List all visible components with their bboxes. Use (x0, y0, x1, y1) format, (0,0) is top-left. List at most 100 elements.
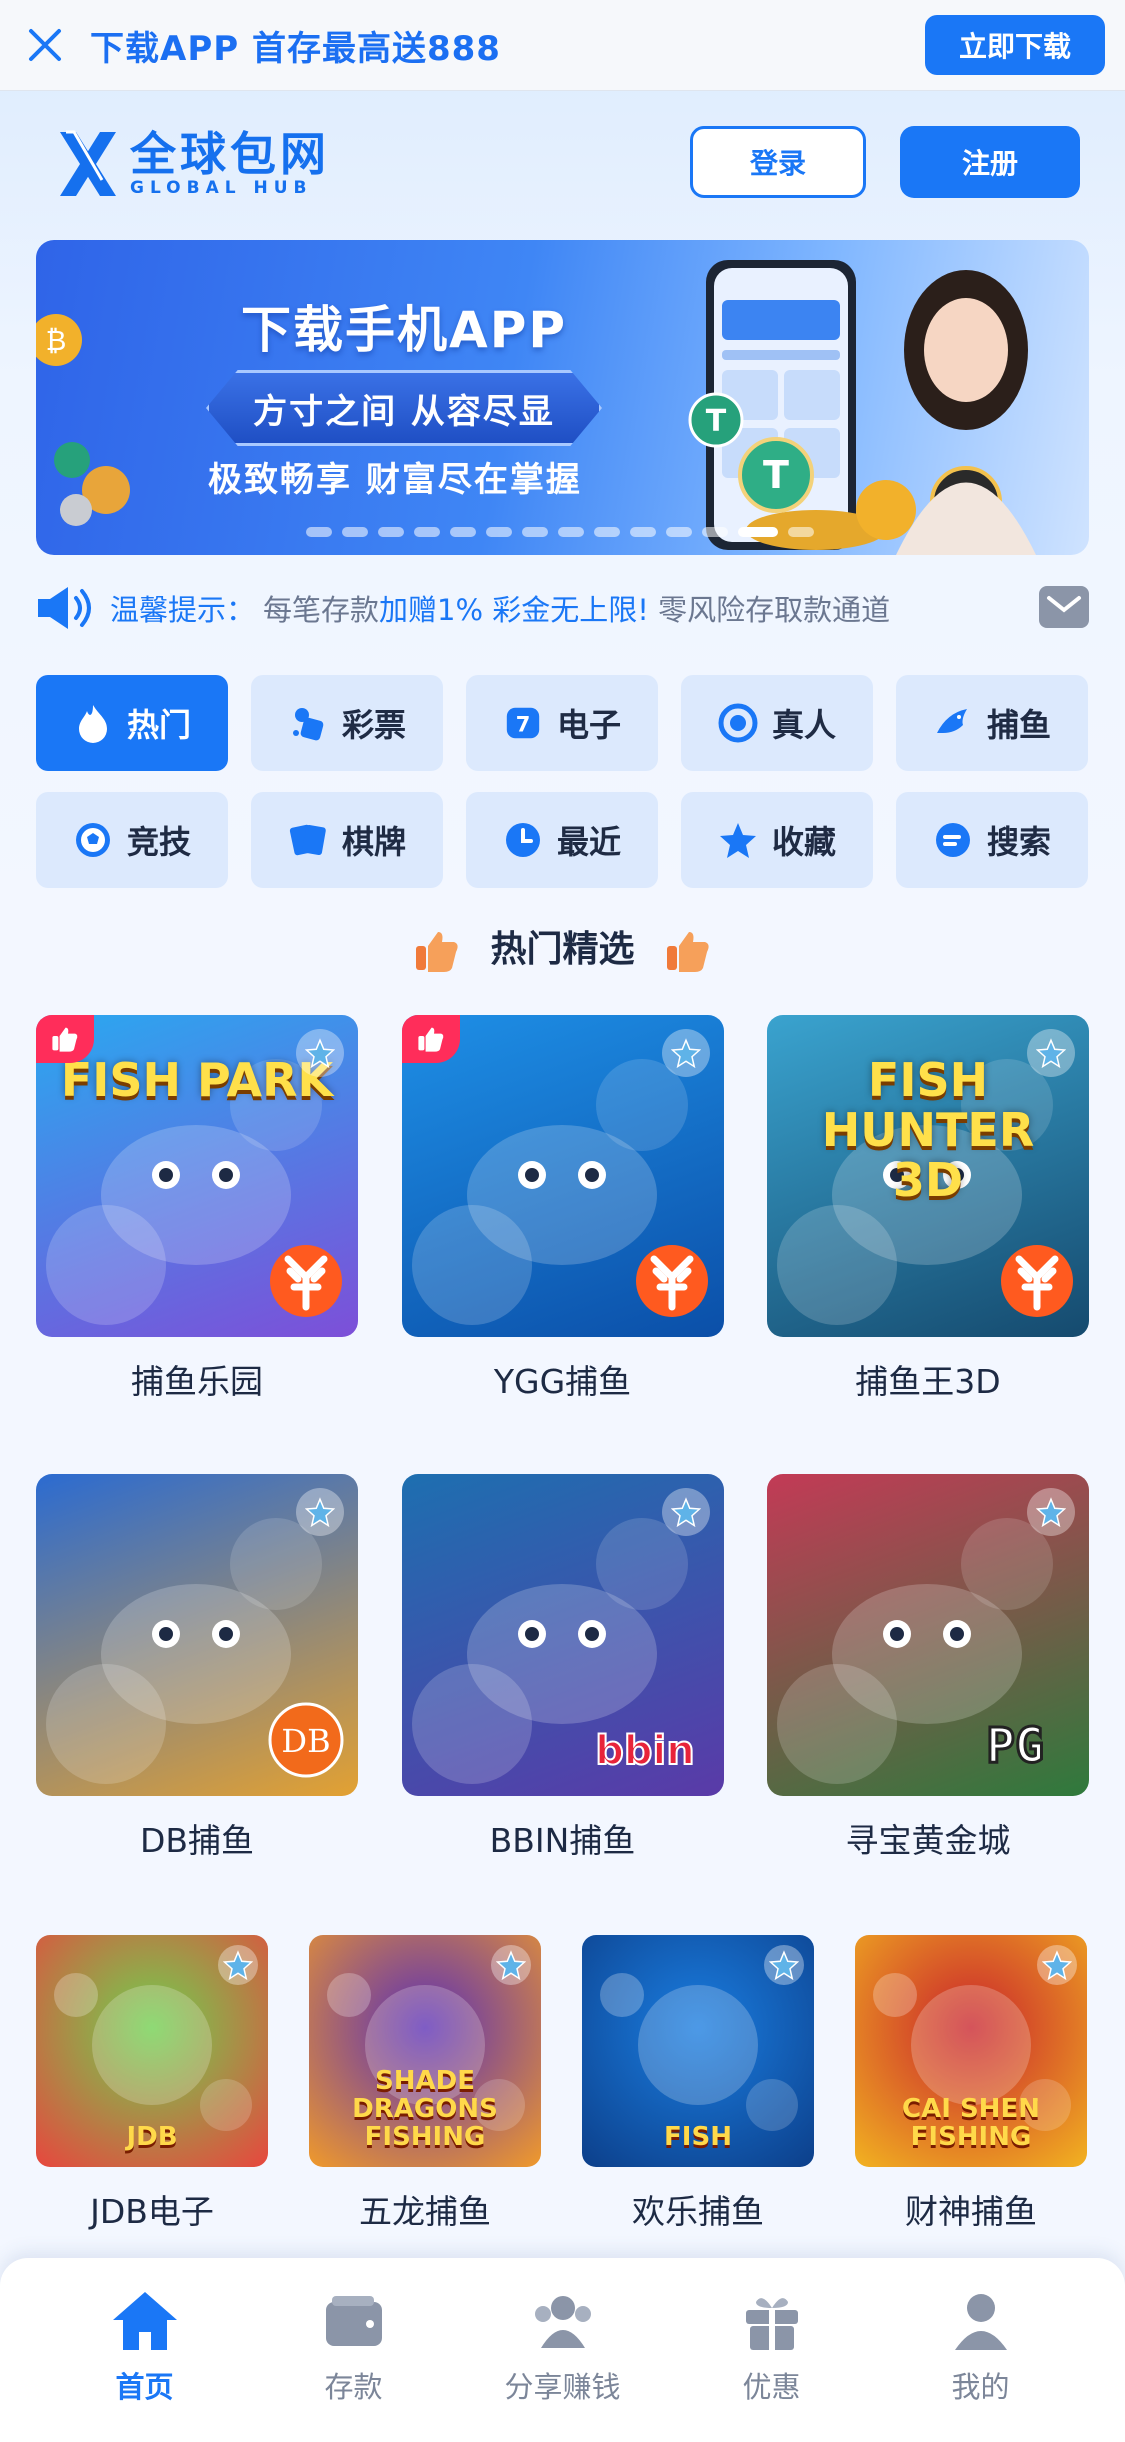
tab-profile[interactable]: 我的 (891, 2258, 1071, 2442)
provider-logo-icon: DB (268, 1702, 344, 1782)
search-icon (933, 820, 973, 860)
favorite-star-icon[interactable] (218, 1945, 258, 1985)
provider-logo-icon (268, 1243, 344, 1323)
favorite-star-icon[interactable] (1027, 1029, 1075, 1077)
notice-bar[interactable]: 温馨提示： 每笔存款加赠1% 彩金无上限! 零风险存取款通道 (36, 578, 1089, 638)
tab-label: 我的 (951, 2370, 1010, 2404)
category-cards[interactable]: 棋牌 (251, 792, 443, 888)
category-slots[interactable]: 7 电子 (466, 675, 658, 771)
category-label: 最近 (556, 823, 621, 861)
game-thumbnail[interactable]: DB (36, 1474, 358, 1796)
register-button[interactable]: 注册 (900, 126, 1080, 198)
banner-dot[interactable] (630, 527, 656, 537)
svg-text:bbin: bbin (595, 1728, 694, 1774)
category-label: 真人 (771, 706, 836, 744)
favorite-star-icon[interactable] (1037, 1945, 1077, 1985)
game-thumbnail[interactable]: FISH HUNTER 3D (767, 1015, 1089, 1337)
bottom-tab-bar: 首页 存款 分享赚钱 优惠 我的 (0, 2258, 1125, 2442)
category-recent[interactable]: 最近 (466, 792, 658, 888)
category-label: 棋牌 (341, 823, 406, 861)
game-card[interactable]: FISH HUNTER 3D 捕鱼王3D (767, 1015, 1089, 1424)
game-card[interactable]: PG 寻宝黄金城 (767, 1474, 1089, 1883)
game-thumbnail[interactable]: FISH (582, 1935, 814, 2167)
game-card[interactable]: FISH 欢乐捕鱼 (582, 1935, 814, 2233)
category-sports[interactable]: 竞技 (36, 792, 228, 888)
game-art-title: FISH HUNTER 3D (821, 1053, 1035, 1207)
star-icon (718, 820, 758, 860)
tab-deposit[interactable]: 存款 (264, 2258, 444, 2442)
category-favorites[interactable]: 收藏 (681, 792, 873, 888)
game-thumbnail[interactable]: SHADE DRAGONS FISHING (309, 1935, 541, 2167)
game-card[interactable]: FISH PARK 捕鱼乐园 (36, 1015, 358, 1424)
promo-banner[interactable]: ₿ T T 下载手机APP 方寸之间 从容尽显 极致畅享 财富尽在掌握 (36, 240, 1089, 555)
app-download-bar: 下载APP 首存最高送888 立即下载 (0, 0, 1125, 91)
game-thumbnail[interactable]: FISH PARK (36, 1015, 358, 1337)
logo-x-icon (60, 130, 116, 196)
logo[interactable]: 全球包网 GLOBAL HUB (56, 128, 330, 200)
banner-dot[interactable] (522, 527, 548, 537)
notice-message: 每笔存款加赠1% 彩金无上限! 零风险存取款通道 (263, 593, 891, 627)
banner-dot[interactable] (702, 527, 728, 537)
banner-dot[interactable] (450, 527, 476, 537)
close-icon[interactable] (0, 0, 90, 90)
svg-text:₿: ₿ (46, 324, 67, 357)
game-art-title: FISH (664, 2122, 732, 2152)
game-thumbnail[interactable] (401, 1015, 724, 1337)
game-thumbnail[interactable]: PG (767, 1474, 1089, 1796)
banner-pagination[interactable] (306, 527, 814, 537)
logo-name: 全球包网 (130, 127, 330, 181)
section-title-text: 热门精选 (490, 929, 635, 970)
favorite-star-icon[interactable] (296, 1029, 344, 1077)
category-hot[interactable]: 热门 (36, 675, 228, 771)
category-lottery[interactable]: 彩票 (251, 675, 443, 771)
favorite-star-icon[interactable] (661, 1029, 710, 1077)
game-card[interactable]: YGG捕鱼 (401, 1015, 724, 1424)
profile-icon (954, 2294, 1007, 2350)
game-thumbnail[interactable]: bbin (401, 1474, 724, 1796)
banner-dot[interactable] (378, 527, 404, 537)
category-label: 电子 (556, 706, 621, 744)
banner-dot[interactable] (486, 527, 512, 537)
category-label: 彩票 (341, 706, 406, 744)
banner-dot[interactable] (558, 527, 584, 537)
mail-icon[interactable] (1039, 586, 1089, 628)
cards-icon (288, 820, 328, 860)
banner-dot[interactable] (306, 527, 332, 537)
share-users-icon (534, 2296, 591, 2348)
game-card[interactable]: SHADE DRAGONS FISHING 五龙捕鱼 (309, 1935, 541, 2233)
speaker-icon (38, 587, 91, 629)
favorite-star-icon[interactable] (296, 1488, 344, 1536)
banner-slogan: 方寸之间 从容尽显 (206, 370, 602, 446)
notice-label: 温馨提示： (110, 593, 256, 627)
game-card[interactable]: CAI SHEN FISHING 财神捕鱼 (855, 1935, 1087, 2233)
favorite-star-icon[interactable] (1027, 1488, 1075, 1536)
tab-home[interactable]: 首页 (55, 2258, 235, 2442)
hot-badge-icon (36, 1015, 94, 1063)
favorite-star-icon[interactable] (491, 1945, 531, 1985)
svg-text:7: 7 (516, 713, 531, 737)
game-card[interactable]: bbin BBIN捕鱼 (401, 1474, 724, 1883)
banner-subtitle: 极致畅享 财富尽在掌握 (208, 460, 582, 500)
banner-dot[interactable] (342, 527, 368, 537)
tab-share[interactable]: 分享赚钱 (473, 2258, 653, 2442)
category-fishing[interactable]: 捕鱼 (896, 675, 1088, 771)
login-button[interactable]: 登录 (690, 126, 866, 198)
tab-promotions[interactable]: 优惠 (682, 2258, 862, 2442)
category-grid: 热门 彩票 7 电子 真人 捕鱼 竞技 棋牌 最近 收藏 搜索 (36, 675, 1089, 888)
svg-text:T: T (706, 404, 727, 439)
banner-dot[interactable] (666, 527, 692, 537)
game-thumbnail[interactable]: JDB (36, 1935, 268, 2167)
category-search[interactable]: 搜索 (896, 792, 1088, 888)
banner-dot[interactable] (414, 527, 440, 537)
banner-dot[interactable] (738, 527, 778, 537)
game-card[interactable]: JDB JDB电子 (36, 1935, 268, 2233)
banner-dot[interactable] (594, 527, 620, 537)
banner-dot[interactable] (788, 527, 814, 537)
game-card[interactable]: DB DB捕鱼 (36, 1474, 358, 1883)
favorite-star-icon[interactable] (764, 1945, 804, 1985)
game-thumbnail[interactable]: CAI SHEN FISHING (855, 1935, 1087, 2167)
category-live[interactable]: 真人 (681, 675, 873, 771)
favorite-star-icon[interactable] (661, 1488, 710, 1536)
download-app-button[interactable]: 立即下载 (925, 15, 1105, 75)
game-name: YGG捕鱼 (493, 1362, 632, 1401)
